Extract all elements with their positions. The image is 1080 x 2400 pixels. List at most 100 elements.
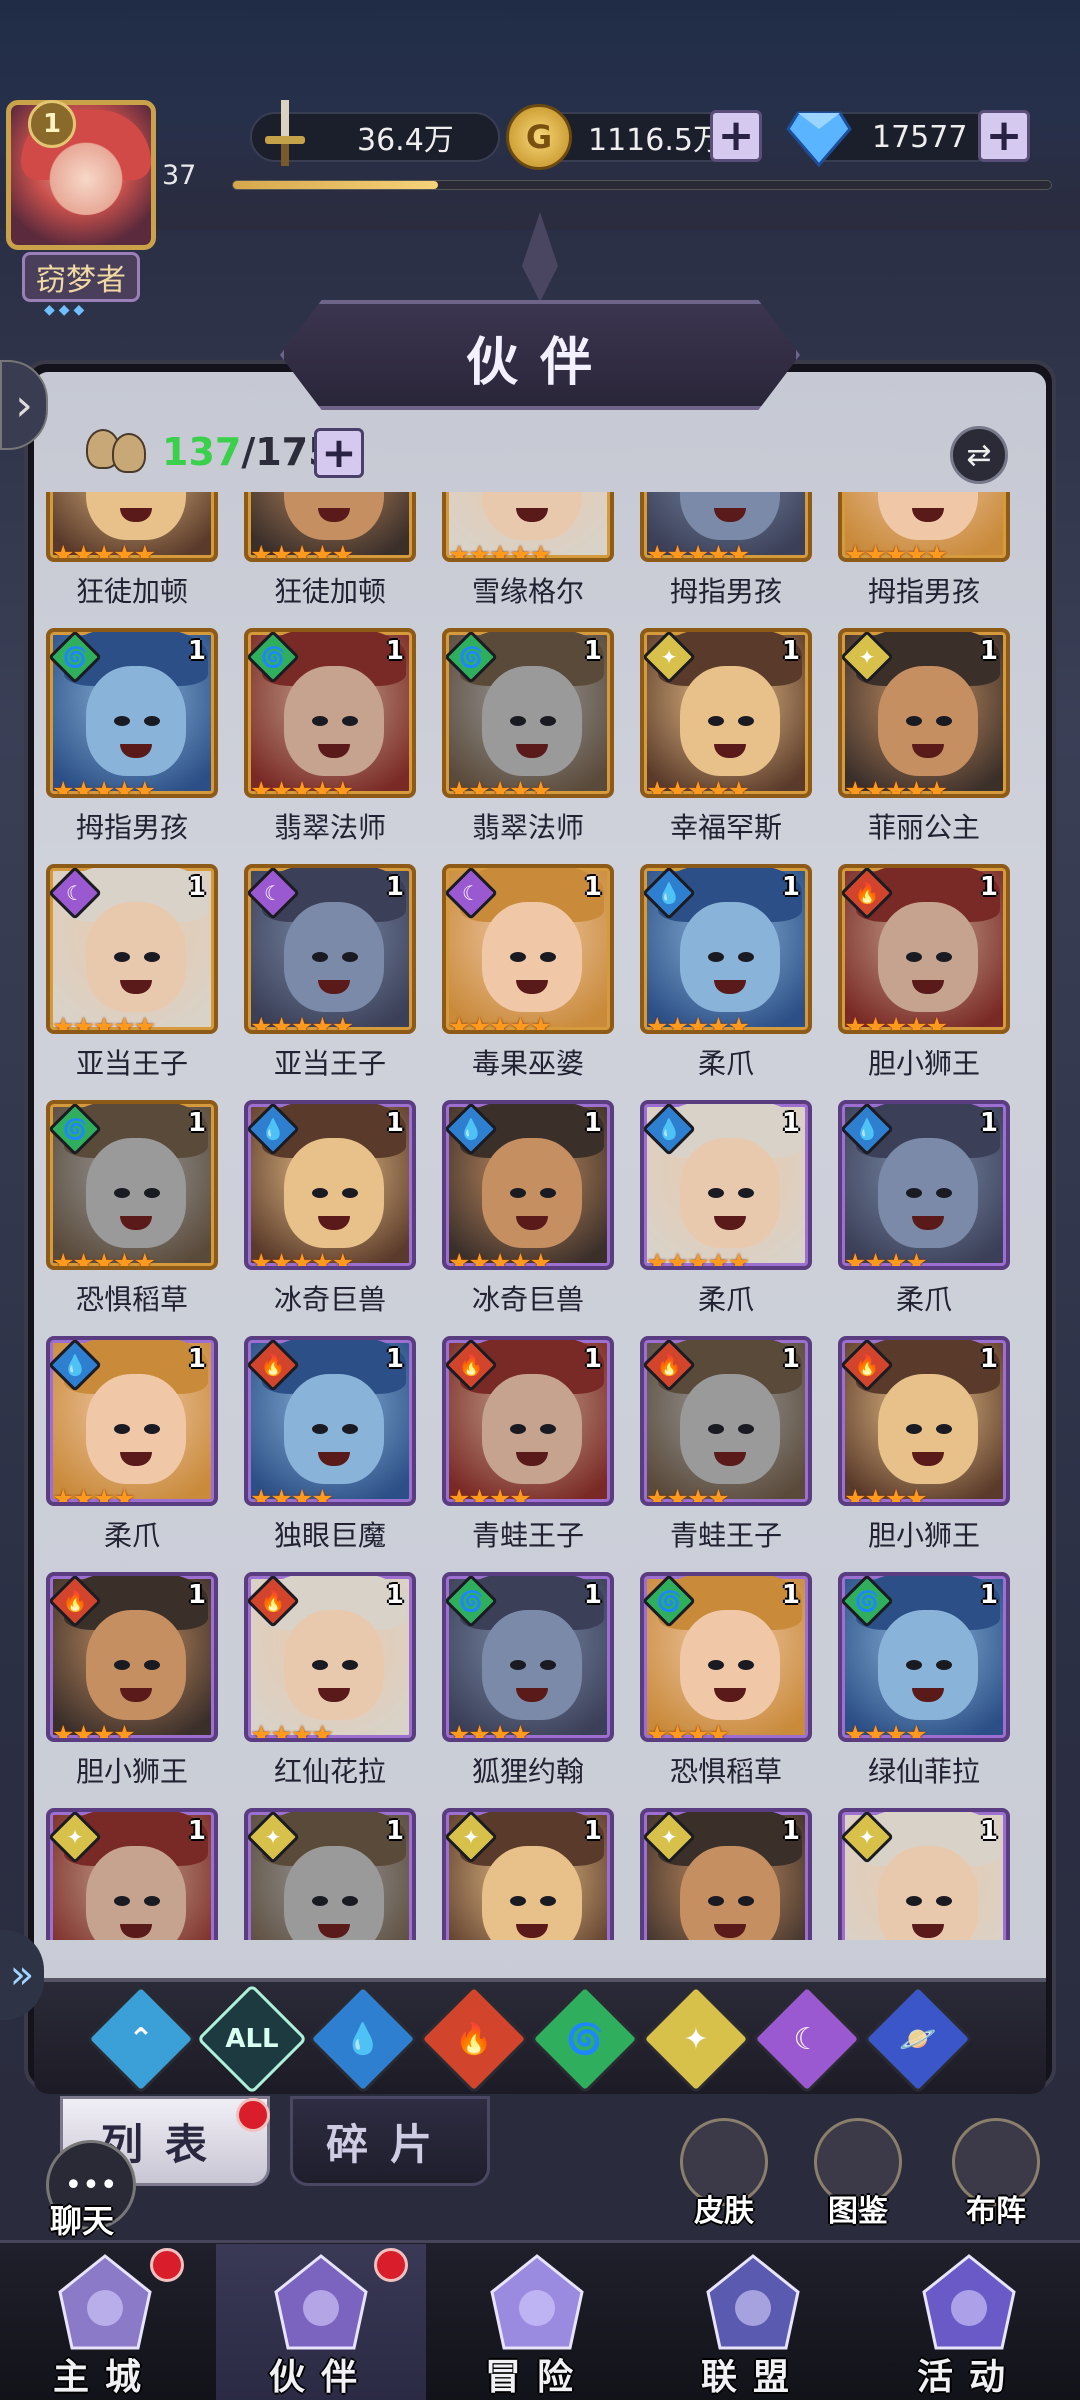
nav-item-0[interactable]: 主城 [0,2244,210,2400]
hero-card[interactable]: 🔥 1 ★★★★ 青蛙王子 [640,1336,812,1572]
hero-name: 胆小狮王 [867,1047,980,1080]
hero-card[interactable]: 🌀 1 ★★★★★ 恐惧稻草 [46,1100,218,1336]
hero-card[interactable]: 🔥 1 ★★★★ 青蛙王子 [442,1336,614,1572]
hero-card[interactable]: ★★★★★ 拇指男孩 [640,492,812,628]
hero-card[interactable]: 💧 1 ★★★★ 柔爪 [838,1100,1010,1336]
hero-portrait: 🌀 1 ★★★★ [442,1572,614,1742]
hero-eye [510,1660,526,1670]
hero-grid-viewport[interactable]: ★★★★★ 狂徒加顿 ★★★★★ 狂徒加顿 ★★★★★ 雪缘格尔 ★★★★★ 拇指男孩 ★★★★… [46,492,1034,1940]
hero-card[interactable]: ★★★★★ 狂徒加顿 [46,492,218,628]
hero-mouth [912,1924,944,1938]
hero-card[interactable]: 🌀 1 ★★★★★ 翡翠法师 [244,628,416,864]
hero-star-rating: ★★★★★ [646,540,750,562]
hero-mouth [120,980,152,994]
hero-card[interactable]: ✦1★★★★ [442,1808,614,1940]
hero-card[interactable]: 💧 1 ★★★★★ 柔爪 [640,864,812,1100]
hero-eye [540,1896,556,1906]
player-title-badge[interactable]: 窃梦者 [22,252,140,302]
fire-icon: 🔥 [656,1353,682,1377]
hero-card[interactable]: ✦1★★★★ [46,1808,218,1940]
hero-face [86,1138,186,1248]
hero-card[interactable]: ★★★★★ 狂徒加顿 [244,492,416,628]
hero-face [284,1846,384,1940]
hero-card[interactable]: 🌀 1 ★★★★★ 翡翠法师 [442,628,614,864]
filter-water-icon: 💧 [344,2021,382,2057]
hero-card[interactable]: ✦1★★★★ [838,1808,1010,1940]
compass-icon [482,2252,592,2352]
hero-name: 幸福罕斯 [669,811,782,844]
hero-card[interactable]: 🔥 1 ★★★★ 独眼巨魔 [244,1336,416,1572]
hero-card[interactable]: ✦1★★★★ [640,1808,812,1940]
add-diamond-button[interactable]: + [978,110,1030,162]
hero-card[interactable]: ★★★★★ 雪缘格尔 [442,492,614,628]
hero-mouth [912,508,944,522]
skins-button[interactable]: 皮肤 [674,2118,774,2229]
hero-card[interactable]: ☾ 1 ★★★★★ 亚当王子 [244,864,416,1100]
hero-card[interactable]: ✦ 1 ★★★★★ 幸福罕斯 [640,628,812,864]
hero-portrait: ☾ 1 ★★★★★ [46,864,218,1034]
hero-card[interactable]: 🔥 1 ★★★★ 胆小狮王 [838,1336,1010,1572]
nav-item-4[interactable]: 活动 [864,2244,1074,2400]
hero-name: 恐惧稻草 [75,1283,188,1316]
hero-face [878,1846,978,1940]
hero-star-rating: ★★★★★ [52,776,156,798]
hero-card[interactable]: 🔥 1 ★★★★ 胆小狮王 [46,1572,218,1808]
hero-level: 1 [979,872,998,902]
hero-face [680,1138,780,1248]
hero-eye [144,1660,160,1670]
hero-mouth [912,980,944,994]
hero-eye [312,1660,328,1670]
hero-card[interactable]: 🔥 1 ★★★★★ 胆小狮王 [838,864,1010,1100]
hero-card[interactable]: ★★★★★ 拇指男孩 [838,492,1010,628]
hero-level: 1 [187,1816,206,1846]
nav-label: 活动 [916,2357,1021,2398]
nav-item-3[interactable]: 联盟 [648,2244,858,2400]
nav-label: 伙伴 [268,2357,373,2398]
hero-card[interactable]: 🌀 1 ★★★★ 绿仙菲拉 [838,1572,1010,1808]
fire-icon: 🔥 [260,1353,286,1377]
hero-card[interactable]: 🌀 1 ★★★★ 恐惧稻草 [640,1572,812,1808]
hero-level: 1 [979,1108,998,1138]
hero-card[interactable]: ✦1★★★★ [244,1808,416,1940]
hero-card[interactable]: 💧 1 ★★★★★ 冰奇巨兽 [442,1100,614,1336]
hero-star-rating: ★★★★★ [646,1248,750,1270]
hero-name: 翡翠法师 [273,811,386,844]
hero-name: 柔爪 [697,1283,754,1316]
hero-portrait: ☾ 1 ★★★★★ [442,864,614,1034]
hero-eye [114,1896,130,1906]
hero-card[interactable]: ☾ 1 ★★★★★ 毒果巫婆 [442,864,614,1100]
nav-item-2[interactable]: 冒险 [432,2244,642,2400]
hero-star-rating: ★★★★ [844,1248,928,1270]
hero-star-rating: ★★★★★ [250,1248,354,1270]
hero-card[interactable]: 🔥 1 ★★★★ 红仙花拉 [244,1572,416,1808]
hero-eye [936,1660,952,1670]
hero-eye [312,1188,328,1198]
hero-portrait: 💧 1 ★★★★★ [442,1100,614,1270]
nav-item-1[interactable]: 伙伴 [216,2244,426,2400]
fire-icon: 🔥 [854,881,880,905]
filter-dark-icon: ☾ [793,2021,821,2057]
hero-card[interactable]: 🌀 1 ★★★★★ 拇指男孩 [46,628,218,864]
add-gold-button[interactable]: + [710,110,762,162]
filter-light-icon: ✦ [683,2021,709,2057]
hero-card[interactable]: 💧 1 ★★★★★ 柔爪 [640,1100,812,1336]
hero-level: 1 [979,636,998,666]
hero-card[interactable]: 💧 1 ★★★★★ 冰奇巨兽 [244,1100,416,1336]
hero-eye [540,952,556,962]
formation-button[interactable]: 布阵 [946,2118,1046,2229]
sort-toggle-button[interactable]: ⇄ [950,426,1008,484]
hero-portrait: ★★★★★ [640,492,812,562]
hero-portrait: ☾ 1 ★★★★★ [244,864,416,1034]
hero-face [482,492,582,540]
hero-eye [738,1424,754,1434]
hero-card[interactable]: ✦ 1 ★★★★★ 菲丽公主 [838,628,1010,864]
hero-card[interactable]: 🌀 1 ★★★★ 狐狸约翰 [442,1572,614,1808]
hero-eye [708,1896,724,1906]
hero-eye [738,716,754,726]
hero-card[interactable]: ☾ 1 ★★★★★ 亚当王子 [46,864,218,1100]
hero-mouth [120,1216,152,1230]
codex-button[interactable]: 图鉴 [808,2118,908,2229]
hero-card[interactable]: 💧 1 ★★★★ 柔爪 [46,1336,218,1572]
tab-fragments[interactable]: 碎片 [290,2096,490,2186]
expand-capacity-button[interactable]: + [314,428,364,478]
